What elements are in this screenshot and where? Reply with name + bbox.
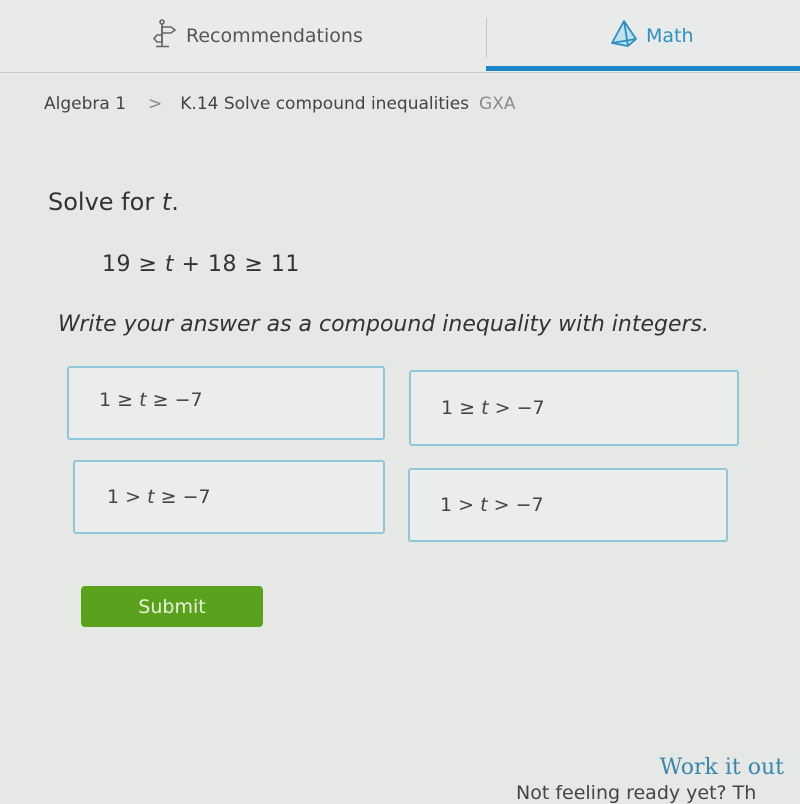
question-prompt: Solve for t.: [48, 188, 179, 216]
breadcrumb-skill: K.14 Solve compound inequalities: [180, 94, 470, 114]
tab-math-label: Math: [646, 25, 694, 47]
choice-right: ≥ −7: [160, 486, 211, 508]
expression-left: 19 ≥: [102, 252, 165, 277]
chevron-right-icon: >: [148, 94, 163, 114]
choice-left: 1 ≥: [441, 397, 476, 419]
active-tab-indicator: [486, 66, 800, 71]
pyramid-icon: [610, 19, 638, 54]
choice-variable: t: [481, 397, 489, 419]
tab-recommendations-label: Recommendations: [186, 25, 363, 47]
choice-left: 1 >: [440, 494, 475, 516]
breadcrumb-course[interactable]: Algebra 1: [44, 94, 126, 114]
work-it-out-heading: Work it out: [659, 755, 784, 780]
choice-variable: t: [139, 389, 147, 411]
tab-divider: [486, 18, 487, 58]
answer-choice-3[interactable]: 1 > t ≥ −7: [73, 460, 385, 534]
not-ready-text: Not feeling ready yet? Th: [516, 782, 757, 804]
inequality-expression: 19 ≥ t + 18 ≥ 11: [102, 252, 300, 277]
choice-variable: t: [480, 494, 488, 516]
tab-math[interactable]: Math: [610, 14, 694, 58]
choice-left: 1 ≥: [99, 389, 134, 411]
answer-choice-2[interactable]: 1 ≥ t > −7: [409, 370, 739, 446]
prompt-period: .: [171, 188, 179, 216]
choice-variable: t: [147, 486, 155, 508]
choice-right: > −7: [494, 397, 545, 419]
choice-right: > −7: [493, 494, 544, 516]
prompt-variable: t: [161, 188, 172, 216]
choice-right: ≥ −7: [152, 389, 203, 411]
top-nav: Recommendations Math: [0, 0, 800, 73]
instruction-text: Write your answer as a compound inequali…: [58, 312, 709, 337]
breadcrumb: Algebra 1 > K.14 Solve compound inequali…: [44, 94, 516, 114]
prompt-text: Solve for: [48, 188, 162, 216]
submit-button[interactable]: Submit: [81, 586, 263, 627]
expression-right: + 18 ≥ 11: [174, 252, 300, 277]
tab-recommendations[interactable]: Recommendations: [152, 14, 363, 58]
skill-code: GXA: [479, 94, 516, 114]
signpost-icon: [152, 18, 178, 54]
answer-choice-4[interactable]: 1 > t > −7: [408, 468, 728, 542]
choice-left: 1 >: [107, 486, 142, 508]
expression-variable: t: [164, 252, 175, 277]
answer-choice-1[interactable]: 1 ≥ t ≥ −7: [67, 366, 385, 440]
